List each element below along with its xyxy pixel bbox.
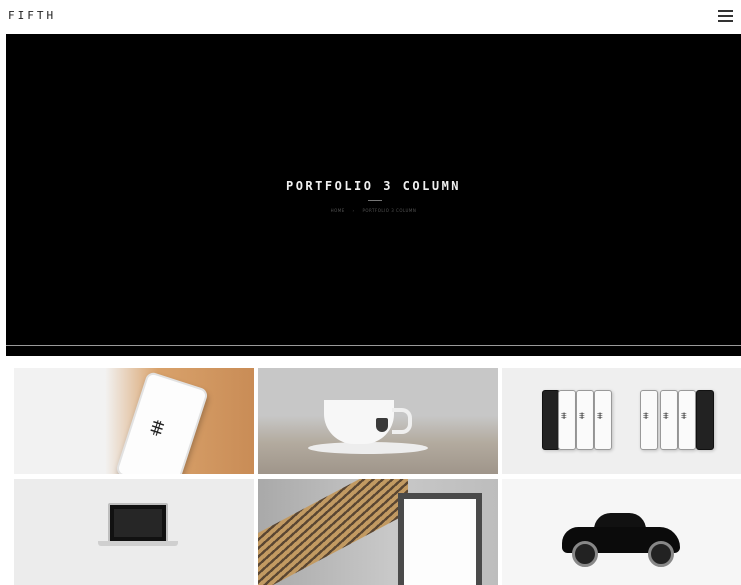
saucer-image [308, 442, 428, 454]
site-logo[interactable]: FIFTH [8, 9, 56, 22]
phone-image: ⩨ [594, 390, 612, 450]
phone-image: ⩨ [576, 390, 594, 450]
poster-frame-image [398, 493, 482, 585]
cup-handle-image [392, 408, 412, 434]
stairs-image [258, 479, 408, 585]
laptop-base-image [98, 541, 178, 546]
menu-bar [718, 20, 733, 22]
menu-bar [718, 15, 733, 17]
hamburger-icon[interactable] [718, 10, 733, 22]
phone-image: ⩨ [640, 390, 658, 450]
brand-mark-icon: ⩨ [597, 411, 603, 422]
phone-image: ⩨ [678, 390, 696, 450]
brand-mark-icon: ⩨ [643, 411, 649, 422]
portfolio-item-car[interactable] [502, 479, 741, 585]
portfolio-item-coffee-cup[interactable] [258, 368, 498, 474]
portfolio-item-poster-frame[interactable] [258, 479, 498, 585]
page-title: PORTFOLIO 3 COLUMN [285, 179, 462, 193]
phone-image [696, 390, 714, 450]
portfolio-grid: ⩨ ⩨ ⩨ ⩨ ⩨ ⩨ ⩨ [14, 368, 741, 585]
car-wheel-icon [572, 541, 598, 567]
brand-mark-icon: ⩨ [579, 411, 585, 422]
brand-mark-icon: ⩨ [663, 411, 669, 422]
menu-bar [718, 10, 733, 12]
breadcrumb-current: PORTFOLIO 3 COLUMN [362, 208, 417, 213]
laptop-display [114, 509, 162, 537]
brand-mark-icon: ⩨ [561, 411, 567, 422]
laptop-screen-image [108, 503, 168, 543]
breadcrumb-home-link[interactable]: HOME [331, 208, 345, 213]
portfolio-item-laptop[interactable] [14, 479, 254, 585]
top-header: FIFTH [0, 0, 741, 33]
phone-image: ⩨ [660, 390, 678, 450]
portfolio-item-phone-mockup[interactable]: ⩨ [14, 368, 254, 474]
hero-bottom-rule [6, 345, 741, 346]
brand-mark-icon: ⩨ [147, 414, 167, 443]
hero-banner: PORTFOLIO 3 COLUMN HOME › PORTFOLIO 3 CO… [6, 34, 741, 356]
brand-mark-icon: ⩨ [681, 411, 687, 422]
breadcrumb: HOME › PORTFOLIO 3 COLUMN [6, 208, 741, 213]
car-wheel-icon [648, 541, 674, 567]
phone-image: ⩨ [114, 370, 210, 474]
cup-badge-icon [376, 418, 388, 432]
breadcrumb-separator: › [352, 208, 355, 213]
phone-image: ⩨ [558, 390, 576, 450]
title-divider [368, 200, 382, 201]
portfolio-item-phone-set[interactable]: ⩨ ⩨ ⩨ ⩨ ⩨ ⩨ [502, 368, 741, 474]
